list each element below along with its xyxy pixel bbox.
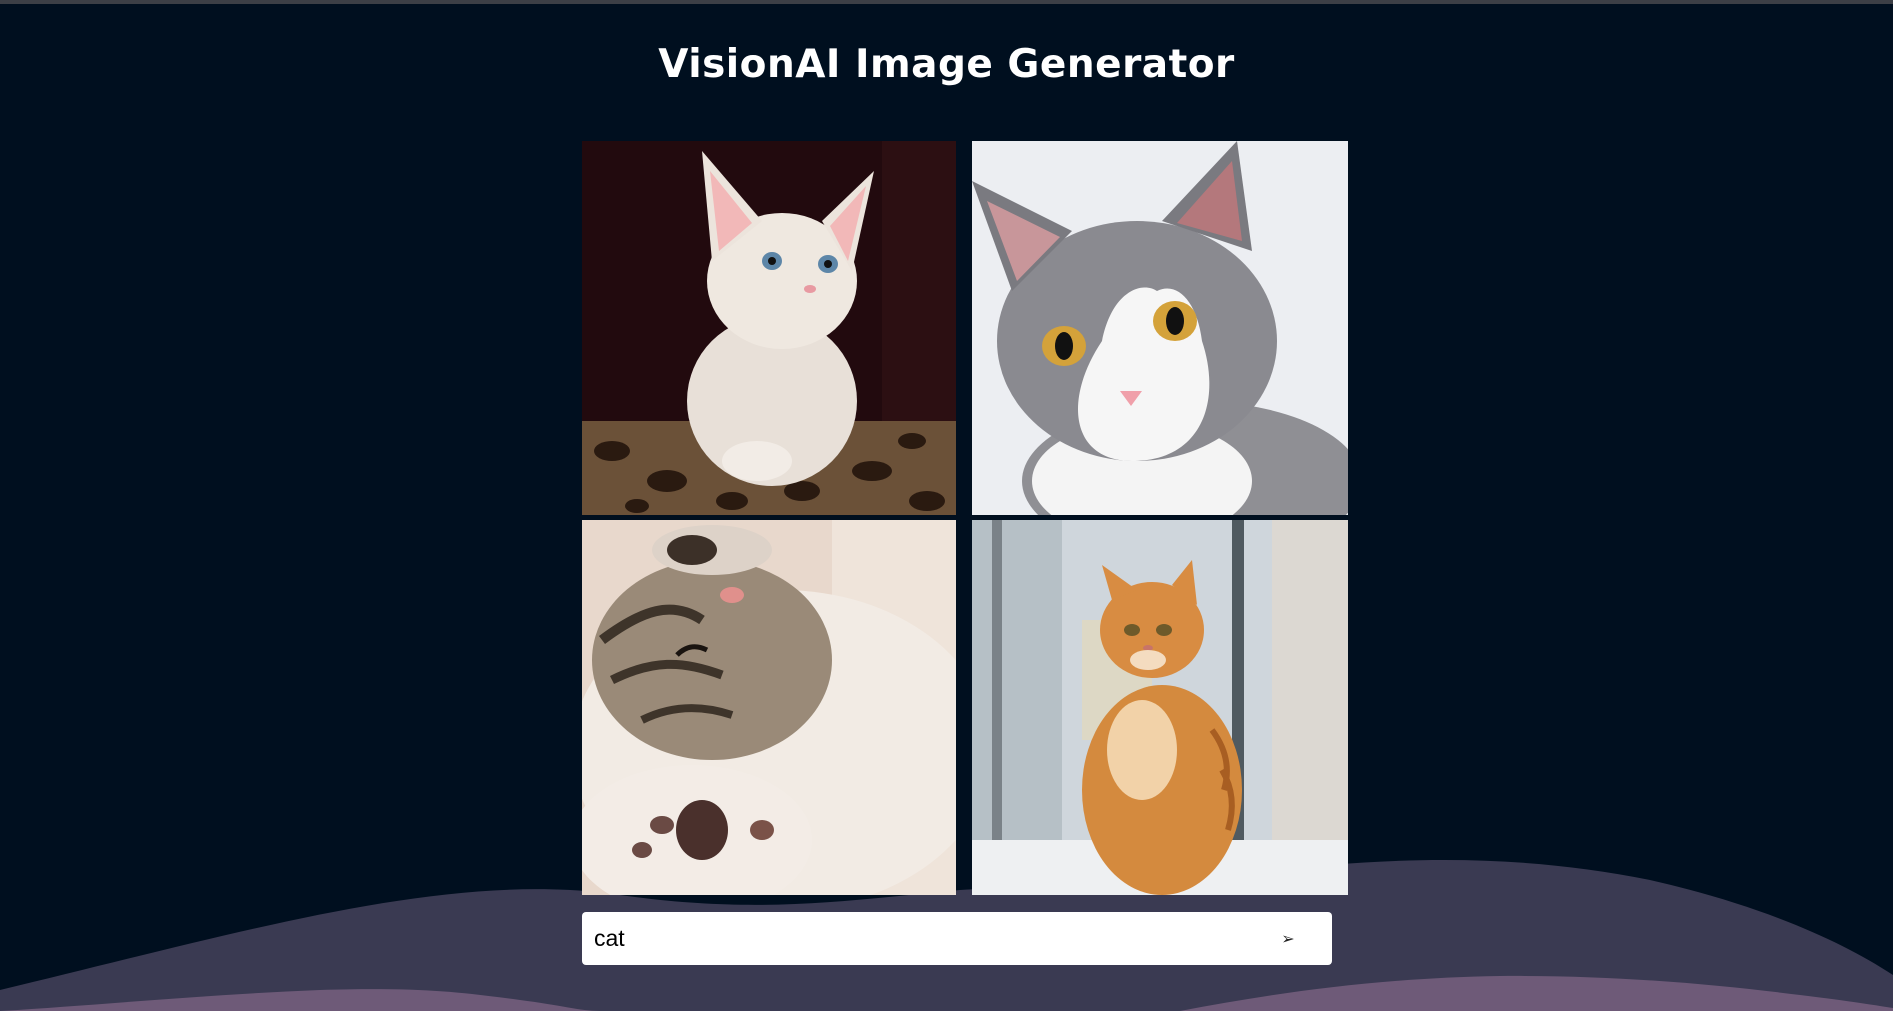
generated-image-2[interactable]: [972, 141, 1348, 515]
generated-image-1[interactable]: [582, 141, 956, 515]
page-title: VisionAI Image Generator: [658, 42, 1235, 87]
send-button[interactable]: ➢: [1244, 912, 1332, 965]
prompt-bar: ➢: [582, 912, 1332, 965]
prompt-input[interactable]: [582, 912, 1244, 965]
send-arrow-icon: ➢: [1281, 929, 1295, 948]
generated-image-3[interactable]: [582, 520, 956, 895]
image-grid: [582, 141, 1348, 895]
generated-image-4[interactable]: [972, 520, 1348, 895]
